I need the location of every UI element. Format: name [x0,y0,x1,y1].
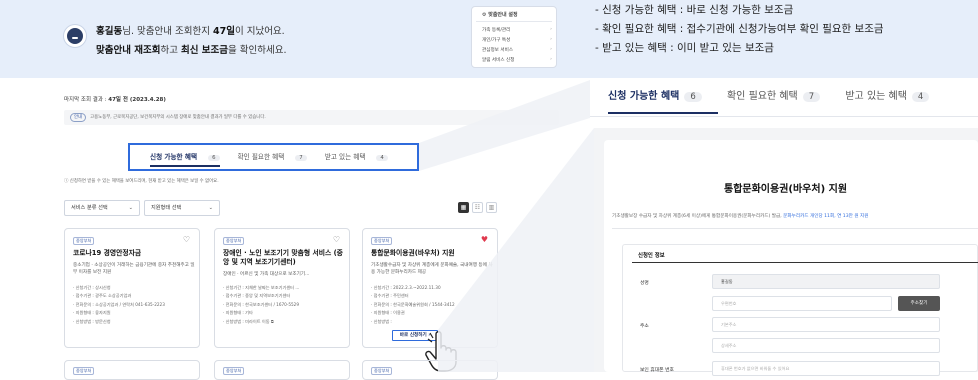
active-tab-indicator [608,112,718,114]
settings-menu-title[interactable]: ⚙ 맞춤안내 설정 [482,11,518,18]
column-view-icon[interactable]: ▥ [486,202,497,213]
active-tab-indicator [150,165,220,167]
detail-link[interactable]: 문화누리카드 개인당 11회, 연 13만 원 지원 [783,214,868,219]
benefit-card-partial[interactable]: 중앙부처 [214,360,350,380]
menu-item-traits[interactable]: 개인/가구 특성 › [482,37,552,45]
menu-item-alert[interactable]: 알림 서비스 신청 › [482,57,552,65]
avatar [64,25,86,47]
heart-icon[interactable]: ♡ [333,235,340,244]
card-title: 코로나19 경영안정자금 [73,249,142,257]
card-title: 장애인 · 노인 보조기기 맞춤형 서비스 (중앙 및 지역 보조기기센터) [223,249,343,266]
benefit-tabs-zoomed: 신청 가능한 혜택 6 확인 필요한 혜택 7 받고 있는 혜택 4 [608,87,951,102]
card-meta: · 신청기간 : 상시신청 · 접수기관 : 광주도 소상공기업과 · 전화문의 :… [73,285,165,324]
settings-menu: ⚙ 맞춤안내 설정 가족 등록/관리 › 개인/가구 특성 › 관심정보 서비스 › … [471,6,557,68]
service-category-select[interactable]: 서비스 분류 선택 ⌄ [64,200,140,216]
benefit-card-partial[interactable]: 중앙부처 [64,360,200,380]
card-desc: 기초생활수급자 및 차상위 계층에게 문화예술, 국내여행 등에 사용 가능한 … [371,263,493,275]
main-page: 홍길동님. 맞춤안내 조회한지 47일이 지났어요. 맞춤안내 재조회하고 최신… [0,0,580,380]
grid-view-icon[interactable]: ▦ [458,202,469,213]
legend-text: - 신청 가능한 혜택 : 바로 신청 가능한 보조금 - 확인 필요한 혜택 … [595,4,884,54]
last-query: 마지막 조회 결과 : 47일 전 (2023.4.28) [64,97,166,103]
phone-input[interactable]: 휴대폰 번호가 없으면 비워둘 수 있어요 [712,361,940,376]
benefit-card[interactable]: 중앙부처 ♡ 장애인 · 노인 보조기기 맞춤형 서비스 (중앙 및 지역 보조… [214,228,350,348]
hint-text: ⓘ 신청하면 받을 수 있는 혜택을 보여드리며, 현재 받고 있는 혜택은 보… [64,179,219,184]
notice-bar: 안내 고용노동부, 근로복지공단, 보건복지부의 시스템 장애로 맞춤안내 결과가… [64,110,559,125]
chevron-down-icon: ⌄ [128,205,133,211]
heart-filled-icon[interactable]: ♥ [481,235,488,244]
support-type-select[interactable]: 지원형태 선택 ⌄ [144,200,220,216]
view-toggle: ▦ ☷ ▥ [458,202,500,214]
tab-available[interactable]: 신청 가능한 혜택 6 [150,153,228,161]
card-badge: 중앙부처 [371,237,393,245]
address-detail-input[interactable]: 상세주소 [712,338,940,353]
detail-subtitle: 기초생활보장 수급자 및 차상위 계층(6세 이상)에게 통합문화이용권(문화누… [612,214,869,219]
address-label: 주소 [640,324,649,329]
heart-icon[interactable]: ♡ [183,235,190,244]
benefit-card-partial[interactable]: 중앙부처 [362,360,498,380]
card-meta: · 신청기간 : 지체한 날짜는 보조기기센터 ... · 접수기관 : 중앙 및… [223,285,300,324]
tab-receiving[interactable]: 받고 있는 혜택 4 [325,153,396,161]
tab-check-needed[interactable]: 확인 필요한 혜택 7 [727,91,821,102]
card-desc: 장애인 · 어르신 및 가족 대상으로 보조기기... [223,272,310,277]
address-base-input[interactable]: 기본주소 [712,317,940,332]
menu-item-family[interactable]: 가족 등록/관리 › [482,27,552,35]
detail-title: 통합문화이용권(바우처) 지원 [724,184,848,195]
tab-check-needed[interactable]: 확인 필요한 혜택 7 [238,153,315,161]
tab-available[interactable]: 신청 가능한 혜택 6 [608,91,702,102]
name-field: 홍길동 [712,274,940,289]
name-label: 성명 [640,281,649,286]
list-view-icon[interactable]: ☷ [472,202,483,213]
card-title: 통합문화이용권(바우처) 지원 [371,249,455,257]
card-badge: 중앙부처 [223,237,245,245]
section-title: 신청인 정보 [638,253,665,259]
tab-receiving[interactable]: 받고 있는 혜택 4 [845,91,930,102]
notice-tag: 안내 [70,113,87,122]
card-meta: · 신청기간 : 2022.2.3.~2022.11.30 · 접수기관 : 주민… [371,285,455,324]
menu-item-interest[interactable]: 관심정보 서비스 › [482,47,552,55]
chevron-down-icon: ⌄ [208,205,213,211]
zipcode-input[interactable]: 우편번호 [712,296,892,311]
benefit-card[interactable]: 중앙부처 ♡ 코로나19 경영안정자금 중소기업 · 소상공인이 거래하는 금융… [64,228,200,348]
address-search-button[interactable]: 주소찾기 [898,296,940,311]
greeting-text: 홍길동님. 맞춤안내 조회한지 47일이 지났어요. 맞춤안내 재조회하고 최신… [96,26,287,56]
card-badge: 중앙부처 [73,237,95,245]
card-desc: 중소기업 · 소상공인이 거래하는 금융기관에 중자 추천해주고 일부 이자를 … [73,263,195,275]
benefit-tabs: 신청 가능한 혜택 6 확인 필요한 혜택 7 받고 있는 혜택 4 [150,151,404,161]
